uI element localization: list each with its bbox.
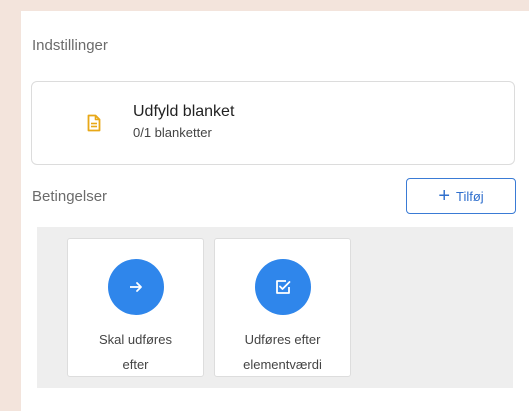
arrow-right-icon	[108, 259, 164, 315]
form-card[interactable]: Udfyld blanket 0/1 blanketter	[31, 81, 515, 165]
label-line-2: elementværdi	[243, 357, 322, 372]
add-button-label: Tilføj	[456, 188, 484, 204]
document-icon	[87, 114, 101, 132]
label-line-2: efter	[122, 357, 149, 372]
settings-title: Indstillinger	[32, 37, 108, 54]
checkbox-edit-icon	[255, 259, 311, 315]
add-condition-button[interactable]: + Tilføj	[406, 178, 516, 214]
label-line-1: Skal udføres	[99, 332, 172, 347]
plus-icon: +	[438, 185, 450, 207]
condition-card-label: Skal udføres efter	[68, 327, 203, 377]
label-line-1: Udføres efter	[244, 332, 321, 347]
form-name: Udfyld blanket	[133, 103, 235, 120]
condition-card-must-run-after[interactable]: Skal udføres efter	[67, 238, 204, 377]
conditions-title: Betingelser	[32, 188, 108, 205]
condition-card-label: Udføres efter elementværdi	[215, 327, 350, 377]
condition-card-run-after-element-value[interactable]: Udføres efter elementværdi	[214, 238, 351, 377]
form-progress: 0/1 blanketter	[133, 125, 212, 140]
conditions-area: Skal udføres efter Udføres efter element…	[37, 227, 513, 388]
